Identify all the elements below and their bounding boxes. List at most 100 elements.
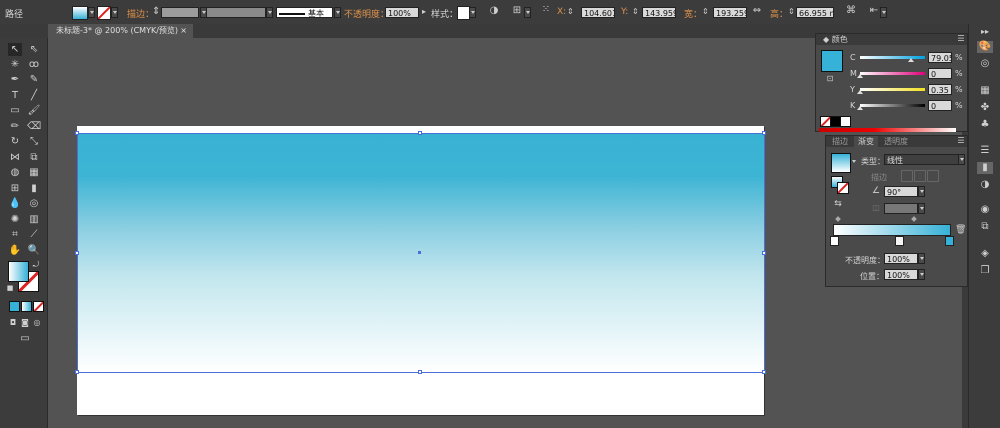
- transparency-dock-icon[interactable]: ◑: [977, 179, 993, 191]
- channel-value-field[interactable]: 0: [928, 100, 952, 111]
- align-grid-icon[interactable]: ⊞: [511, 5, 523, 17]
- draw-inside-icon[interactable]: ◎: [32, 316, 42, 329]
- out-of-gamut-icon[interactable]: ⊡: [825, 73, 835, 85]
- channel-slider-thumb[interactable]: [857, 90, 864, 94]
- height-stepper-icon[interactable]: ⇕: [788, 6, 795, 18]
- angle-dropdown[interactable]: [918, 186, 925, 197]
- opacity-field[interactable]: 100%: [385, 7, 419, 18]
- handle-top-right[interactable]: [762, 131, 766, 135]
- graphic-styles-dock-icon[interactable]: ⧉: [977, 221, 993, 233]
- fill-swatch[interactable]: [72, 6, 88, 20]
- stroke-weight-field[interactable]: [161, 7, 199, 18]
- fill-dropdown[interactable]: [88, 7, 95, 18]
- midpoint-diamond[interactable]: [911, 216, 917, 222]
- fill-box[interactable]: [8, 261, 29, 282]
- opacity-arrow-icon[interactable]: ▸: [420, 6, 428, 18]
- transform-icon[interactable]: ⌘: [845, 5, 857, 17]
- recolor-artwork-icon[interactable]: ◑: [488, 5, 500, 17]
- magic-wand-tool-icon[interactable]: ✳: [8, 58, 22, 71]
- reverse-gradient-icon[interactable]: ⇆: [832, 198, 844, 210]
- y-field[interactable]: 143.959: [642, 7, 676, 18]
- gradient-tool-icon[interactable]: ▮: [27, 182, 41, 195]
- gradient-mode-icon[interactable]: [21, 301, 32, 312]
- handle-bottom-left[interactable]: [75, 370, 79, 374]
- channel-slider-thumb[interactable]: [908, 58, 915, 62]
- stop-position-dropdown[interactable]: [918, 269, 925, 280]
- shape-builder-tool-icon[interactable]: ◍: [8, 166, 22, 179]
- handle-bottom-center[interactable]: [418, 370, 422, 374]
- mesh-tool-icon[interactable]: ⊞: [8, 182, 22, 195]
- draw-behind-icon[interactable]: ◙: [20, 316, 30, 329]
- stroke-stepper-icon[interactable]: ⇕: [152, 6, 160, 18]
- channel-slider[interactable]: [860, 104, 925, 107]
- delete-stop-icon[interactable]: 🗑: [955, 224, 966, 236]
- stroke-dock-icon[interactable]: ☰: [977, 145, 993, 157]
- panel-menu-dropdown[interactable]: [880, 7, 887, 18]
- lasso-tool-icon[interactable]: ꝏ: [27, 58, 41, 71]
- stroke-panel-tab[interactable]: 描边: [828, 136, 852, 147]
- perspective-grid-tool-icon[interactable]: ▦: [27, 166, 41, 179]
- none-mode-icon[interactable]: [33, 301, 44, 312]
- midpoint-diamond[interactable]: [835, 216, 841, 222]
- symbols-dock-icon[interactable]: ♣: [977, 119, 993, 131]
- color-mode-icon[interactable]: [9, 301, 20, 312]
- color-panel-dock-icon[interactable]: 🎨: [977, 41, 993, 53]
- gradient-dock-icon[interactable]: ▮: [977, 162, 993, 174]
- appearance-dock-icon[interactable]: ◉: [977, 204, 993, 216]
- pencil-tool-icon[interactable]: ✏: [8, 120, 22, 133]
- draw-normal-icon[interactable]: ◘: [8, 316, 18, 329]
- y-stepper-icon[interactable]: ⇕: [632, 6, 639, 18]
- zoom-tool-icon[interactable]: 🔍: [27, 244, 41, 257]
- brushes-dock-icon[interactable]: ✤: [977, 102, 993, 114]
- gradient-panel-menu-icon[interactable]: ☰: [956, 135, 966, 147]
- x-field[interactable]: 104.601: [581, 7, 615, 18]
- stop-opacity-dropdown[interactable]: [918, 253, 925, 264]
- stroke-swatch[interactable]: [97, 6, 111, 20]
- channel-slider[interactable]: [860, 88, 925, 91]
- width-tool-icon[interactable]: ⋈: [8, 151, 22, 164]
- gradient-type-dropdown[interactable]: [958, 154, 965, 165]
- color-guide-dock-icon[interactable]: ◎: [977, 58, 993, 70]
- isolate-object-icon[interactable]: ⇤: [867, 5, 881, 17]
- handle-bottom-right[interactable]: [762, 370, 766, 374]
- handle-top-center[interactable]: [418, 131, 422, 135]
- rotate-tool-icon[interactable]: ↻: [8, 135, 22, 148]
- eyedropper-tool-icon[interactable]: 💧: [8, 197, 22, 210]
- height-field[interactable]: 66.955 m: [796, 7, 834, 18]
- width-field[interactable]: 193.259: [713, 7, 747, 18]
- artboard-tool-icon[interactable]: ⌗: [8, 228, 22, 241]
- line-segment-tool-icon[interactable]: ╱: [27, 89, 41, 102]
- blend-tool-icon[interactable]: ◎: [27, 197, 41, 210]
- gradient-type-select[interactable]: 线性: [884, 154, 960, 165]
- scale-tool-icon[interactable]: ⤡: [27, 135, 41, 148]
- layers-dock-icon[interactable]: ◈: [977, 248, 993, 260]
- screen-mode-icon[interactable]: ▭: [17, 332, 33, 345]
- hand-tool-icon[interactable]: ✋: [8, 244, 22, 257]
- align-dropdown[interactable]: [524, 7, 531, 18]
- close-tab-icon[interactable]: ×: [180, 24, 187, 38]
- stop-opacity-field[interactable]: 100%: [884, 253, 918, 264]
- gradient-preset-dropdown[interactable]: [851, 157, 858, 168]
- artboards-dock-icon[interactable]: ❐: [977, 265, 993, 277]
- gradient-stroke-icon[interactable]: [837, 182, 849, 194]
- angle-field[interactable]: 90°: [884, 186, 918, 197]
- default-fill-stroke-icon[interactable]: ■: [5, 282, 15, 295]
- curvature-tool-icon[interactable]: ✎: [27, 73, 41, 86]
- channel-slider-thumb[interactable]: [857, 106, 863, 110]
- channel-value-field[interactable]: 0: [928, 68, 952, 79]
- stop-position-field[interactable]: 100%: [884, 269, 918, 280]
- handle-middle-left[interactable]: [75, 251, 79, 255]
- channel-value-field[interactable]: 79.05: [928, 52, 952, 63]
- constrain-proportions-icon[interactable]: ⇔: [751, 5, 763, 17]
- type-tool-icon[interactable]: T: [8, 89, 22, 102]
- gradient-panel-tab[interactable]: 渐变: [854, 136, 878, 147]
- width-stepper-icon[interactable]: ⇕: [702, 6, 709, 18]
- direct-selection-tool-icon[interactable]: ⇖: [27, 43, 41, 56]
- free-transform-tool-icon[interactable]: ⧉: [27, 151, 41, 164]
- variable-width-dropdown[interactable]: [266, 7, 273, 18]
- gradient-stop-middle[interactable]: [895, 236, 904, 246]
- handle-top-left[interactable]: [75, 131, 79, 135]
- slice-tool-icon[interactable]: ⟋: [27, 228, 41, 241]
- channel-slider-thumb[interactable]: [857, 74, 863, 78]
- gradient-stop-end[interactable]: [945, 236, 954, 246]
